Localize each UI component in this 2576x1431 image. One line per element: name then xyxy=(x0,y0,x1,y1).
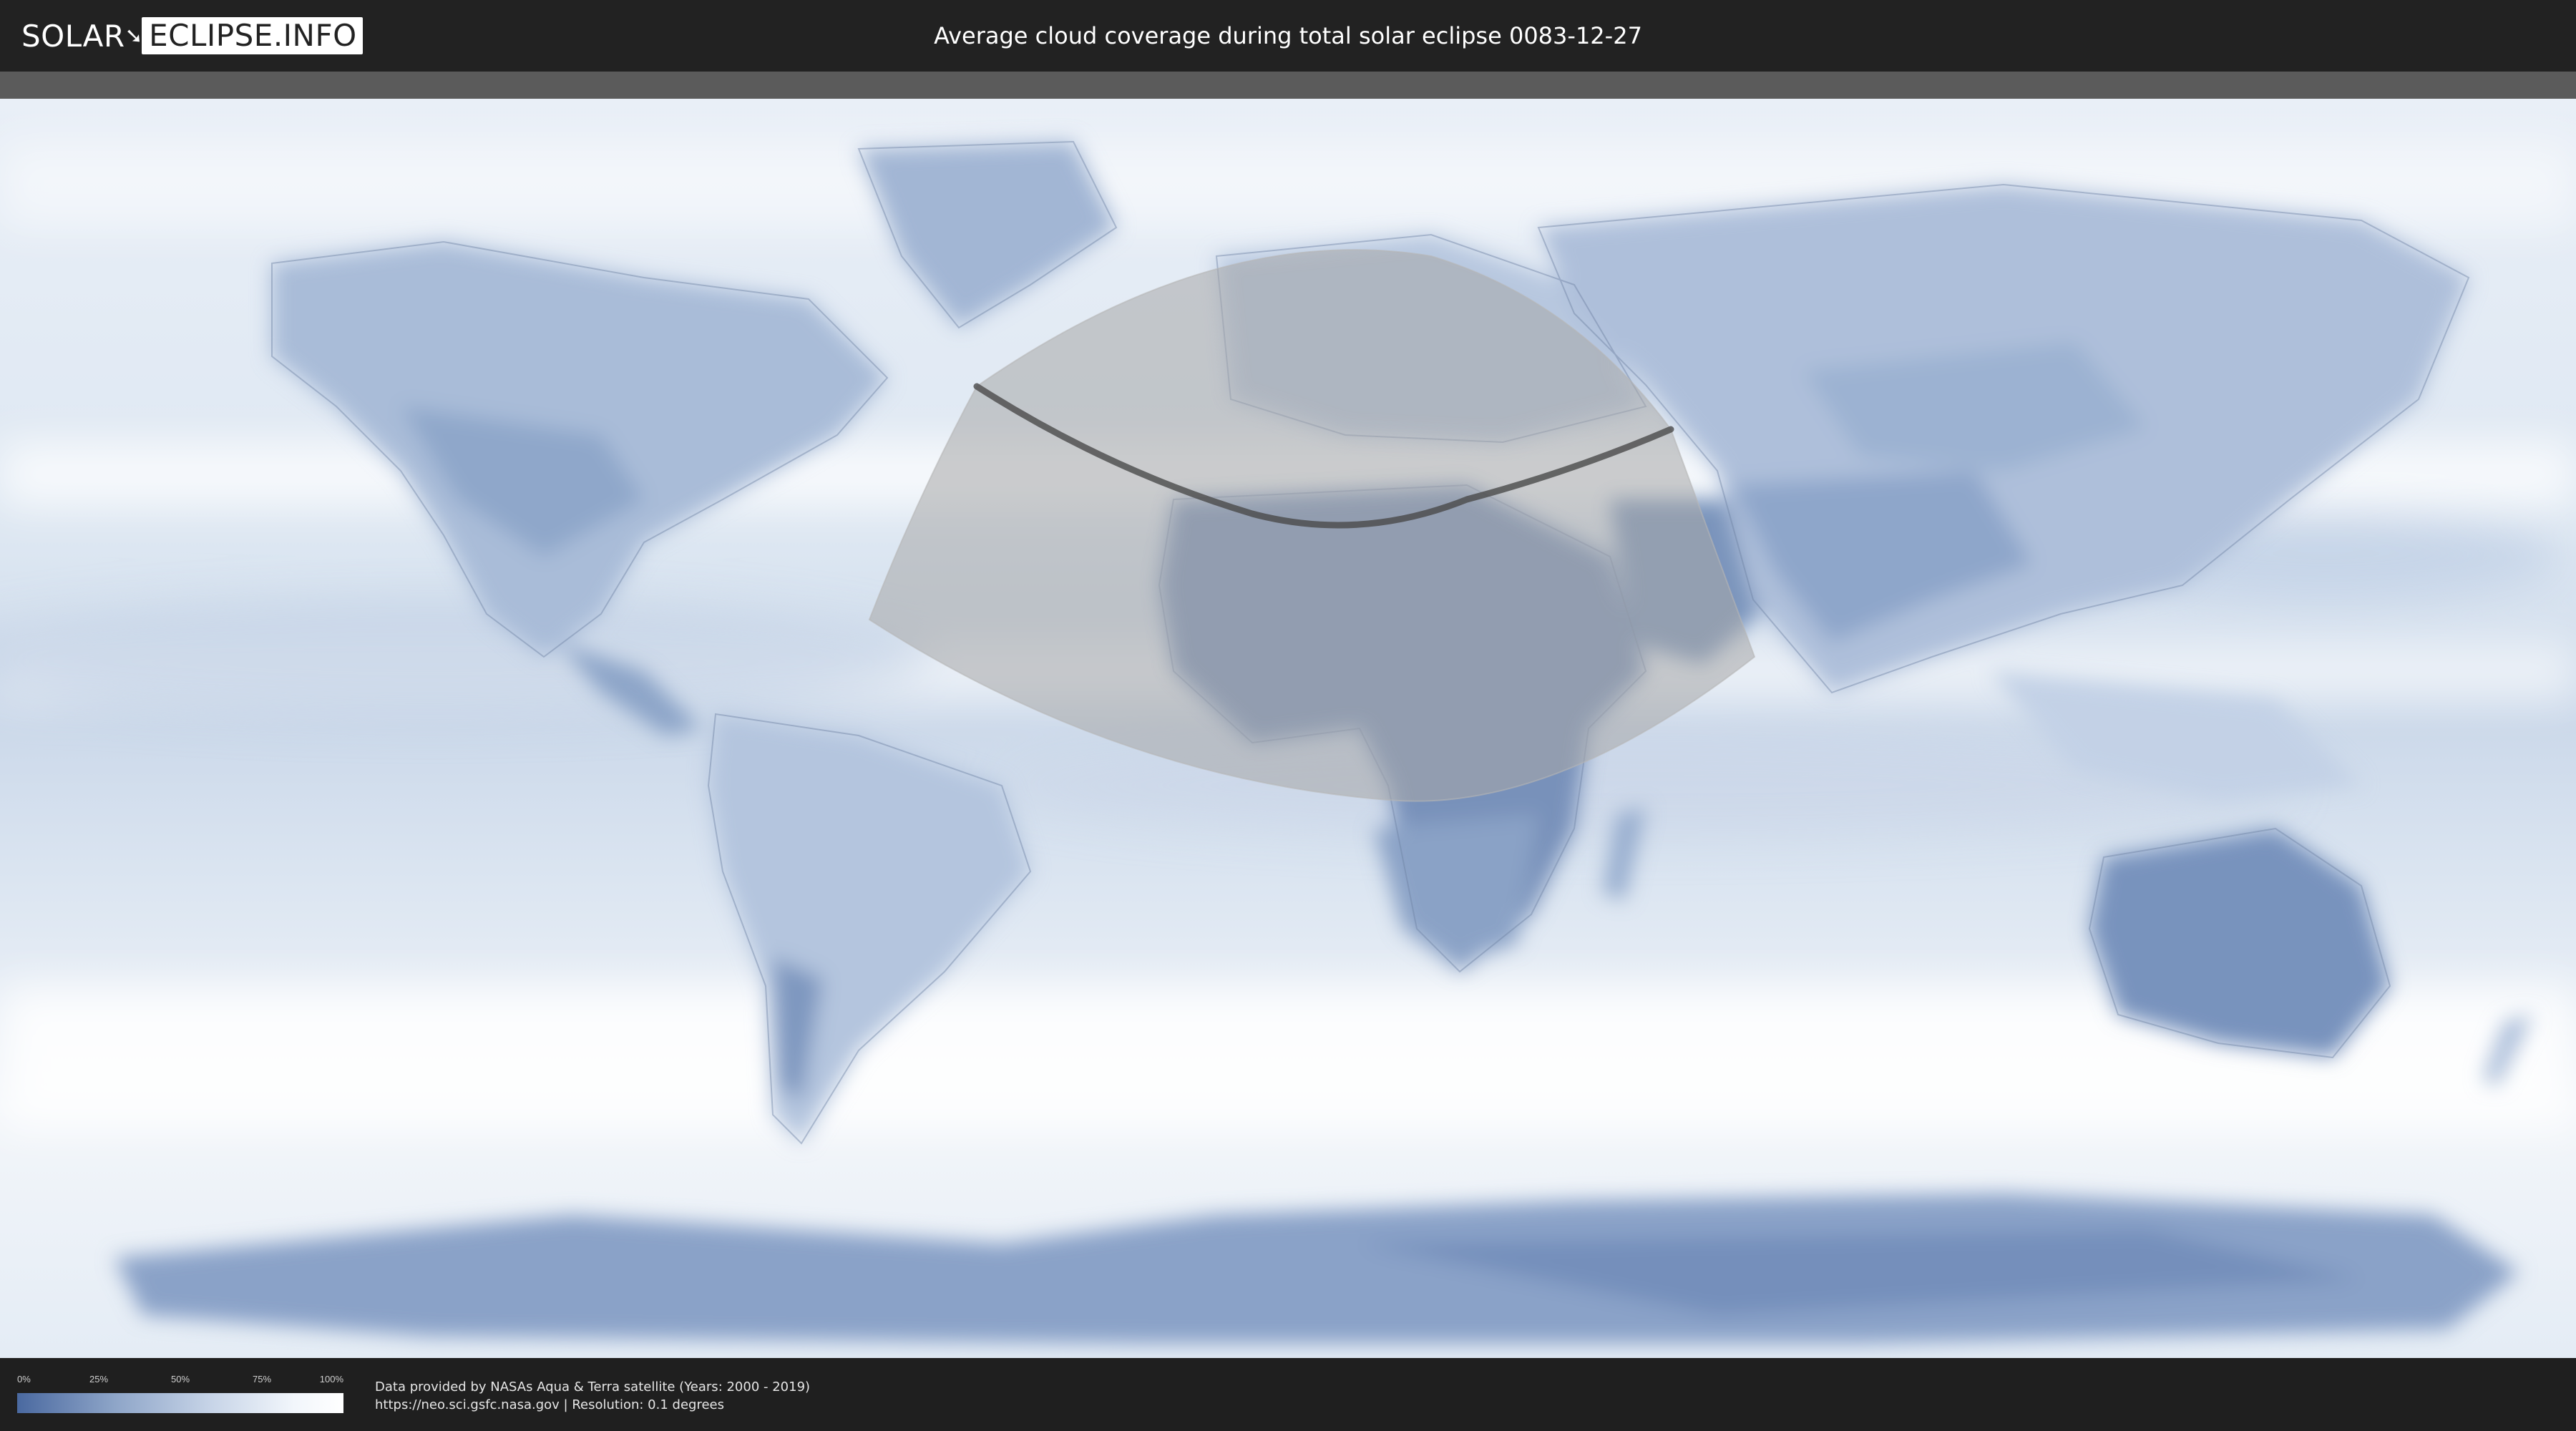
credits-link[interactable]: https://neo.sci.gsfc.nasa.gov | Resoluti… xyxy=(375,1396,810,1414)
cloud-coverage-map[interactable] xyxy=(0,99,2576,1358)
legend-tick-100: 100% xyxy=(319,1374,343,1384)
map-top-strip xyxy=(0,72,2576,99)
world-map-svg xyxy=(0,99,2576,1358)
legend-color-scale xyxy=(17,1393,343,1413)
logo-arrow-icon: ➘ xyxy=(125,23,144,49)
data-credits: Data provided by NASAs Aqua & Terra sate… xyxy=(375,1378,810,1414)
legend-tick-25: 25% xyxy=(89,1374,109,1384)
credits-source: Data provided by NASAs Aqua & Terra sate… xyxy=(375,1379,811,1395)
page-title: Average cloud coverage during total sola… xyxy=(934,22,1642,49)
header-bar: SOLAR ➘ ECLIPSE.INFO Average cloud cover… xyxy=(0,0,2576,72)
legend-tick-0: 0% xyxy=(17,1374,31,1384)
legend-tick-75: 75% xyxy=(252,1374,272,1384)
legend-tick-50: 50% xyxy=(170,1374,190,1384)
